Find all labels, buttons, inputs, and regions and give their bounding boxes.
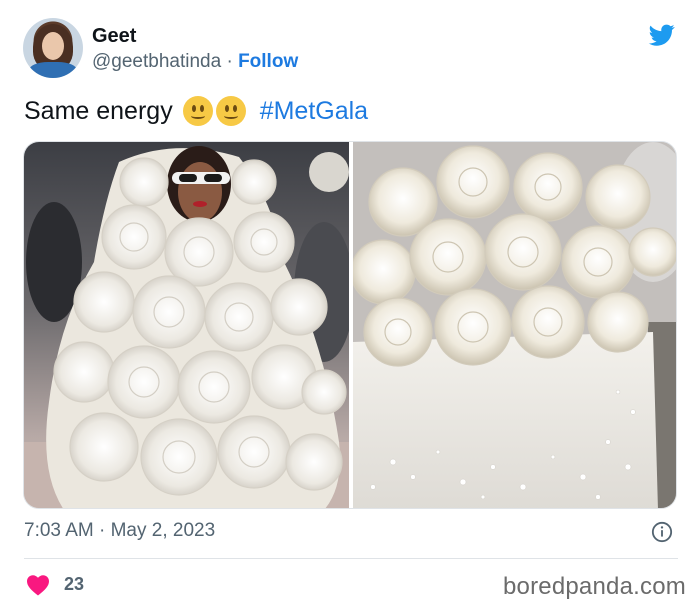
follow-button[interactable]: Follow — [238, 51, 298, 72]
handle-separator: · — [221, 51, 239, 72]
tweet-text: Same energy #MetGala — [24, 96, 368, 126]
smiling-face-emoji-1 — [182, 96, 213, 126]
user-handle[interactable]: @geetbhatinda — [92, 51, 221, 72]
white-buttercream-rose-cake-photo[interactable] — [353, 142, 676, 508]
heart-icon[interactable] — [26, 574, 50, 596]
tweet-date: May 2, 2023 — [110, 520, 216, 541]
white-floral-gown-photo[interactable] — [24, 142, 349, 508]
source-watermark: boredpanda.com — [503, 573, 686, 600]
tweet-time: 7:03 AM — [24, 520, 94, 541]
hashtag-link[interactable]: #MetGala — [260, 97, 368, 126]
media-grid — [23, 141, 677, 509]
tweet-card: Geet @geetbhatinda · Follow Same energy … — [0, 0, 700, 611]
like-count[interactable]: 23 — [64, 574, 84, 595]
twitter-bird-icon[interactable] — [647, 22, 677, 48]
handle-row: @geetbhatinda · Follow — [92, 51, 298, 73]
avatar[interactable] — [23, 18, 83, 78]
divider — [24, 558, 678, 559]
meta-separator: · — [93, 520, 111, 541]
smiling-face-emoji-2 — [215, 96, 246, 126]
tweet-timestamp[interactable]: 7:03 AM · May 2, 2023 — [24, 520, 215, 542]
tweet-text-body: Same energy — [24, 96, 173, 125]
display-name[interactable]: Geet — [92, 25, 136, 48]
info-icon[interactable] — [651, 521, 673, 543]
